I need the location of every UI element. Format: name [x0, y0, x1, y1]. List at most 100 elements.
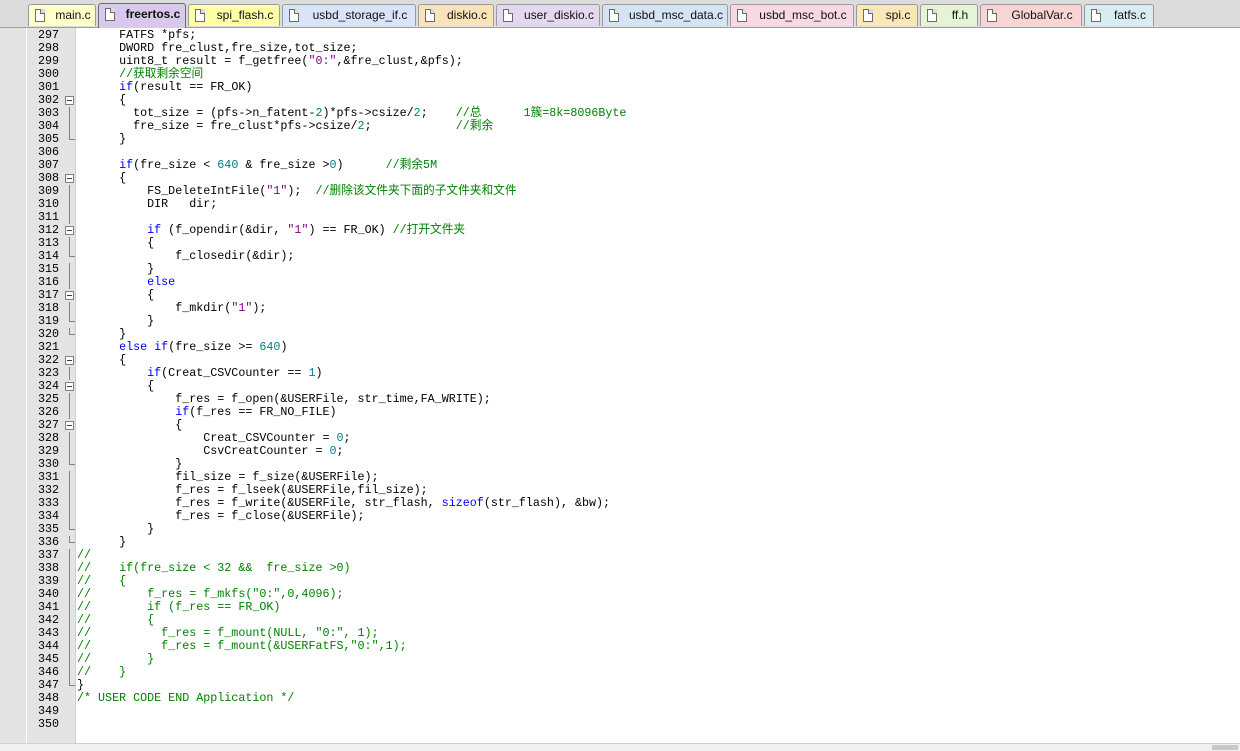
code-line[interactable]: 329 CsvCreatCounter = 0; [0, 445, 1240, 458]
code-line[interactable]: 307 if(fre_size < 640 & fre_size >0) //剩… [0, 159, 1240, 172]
code-token: CsvCreatCounter = [77, 444, 330, 458]
fold-toggle-icon[interactable] [65, 174, 74, 183]
file-icon [105, 8, 115, 21]
code-line[interactable]: 305 } [0, 133, 1240, 146]
code-line[interactable]: 341// if (f_res == FR_OK) [0, 601, 1240, 614]
fold-toggle-icon[interactable] [65, 226, 74, 235]
code-token: DWORD fre_clust,fre_size,tot_size; [77, 41, 358, 55]
fold-guide [69, 471, 70, 484]
code-line[interactable]: 315 } [0, 263, 1240, 276]
code-token: "1" [266, 184, 288, 198]
tab-globalvar-c[interactable]: GlobalVar.c [980, 4, 1082, 26]
code-line[interactable]: 345// } [0, 653, 1240, 666]
code-line[interactable]: 316 else [0, 276, 1240, 289]
fold-toggle-icon[interactable] [65, 356, 74, 365]
code-token: /* USER CODE END Application */ [77, 691, 295, 705]
fold-guide [69, 107, 70, 120]
code-line[interactable]: 336 } [0, 536, 1240, 549]
fold-toggle-icon[interactable] [65, 421, 74, 430]
tab-fatfs-c[interactable]: fatfs.c [1084, 4, 1154, 26]
horizontal-scrollbar[interactable] [0, 743, 1240, 751]
code-token: ) [315, 366, 323, 380]
tab-user-diskio-c[interactable]: user_diskio.c [496, 4, 600, 26]
code-line[interactable]: 319 } [0, 315, 1240, 328]
tab-spi-c[interactable]: spi.c [856, 4, 918, 26]
code-token: f_closedir(&dir); [77, 249, 295, 263]
code-token: (f_res == FR_NO_FILE) [189, 405, 337, 419]
fold-guide [69, 614, 70, 627]
code-line[interactable]: 334 f_res = f_close(&USERFile); [0, 510, 1240, 523]
code-token: } [77, 262, 155, 276]
code-line[interactable]: 318 f_mkdir("1"); [0, 302, 1240, 315]
code-token: f_res = f_open(&USERFile, str_time,FA_WR… [77, 392, 491, 406]
code-line[interactable]: 323 if(Creat_CSVCounter == 1) [0, 367, 1240, 380]
code-line[interactable]: 314 f_closedir(&dir); [0, 250, 1240, 263]
code-token: ) == FR_OK) [308, 223, 393, 237]
code-token: // } [77, 652, 155, 666]
tab-ff-h[interactable]: ff.h [920, 4, 978, 26]
file-icon [863, 9, 873, 22]
fold-guide [69, 627, 70, 640]
code-editor[interactable]: 297 FATFS *pfs; 298 DWORD fre_clust,fre_s… [0, 28, 1240, 751]
code-token: if [119, 158, 134, 172]
fold-guide [69, 133, 75, 140]
code-token: FATFS *pfs; [77, 28, 197, 42]
code-line[interactable]: 349 [0, 705, 1240, 718]
file-icon [927, 9, 937, 22]
tab-usbd-msc-bot-c[interactable]: usbd_msc_bot.c [730, 4, 854, 26]
code-token: f_mkdir( [77, 301, 232, 315]
tab-spi-flash-c[interactable]: spi_flash.c [188, 4, 280, 26]
code-line[interactable]: 335 } [0, 523, 1240, 536]
code-token: ; [343, 431, 351, 445]
code-token: //打开文件夹 [392, 223, 466, 237]
code-token: if [147, 223, 162, 237]
tab-diskio-c[interactable]: diskio.c [418, 4, 494, 26]
tab-freertos-c[interactable]: freertos.c [98, 3, 186, 28]
code-line[interactable]: 348/* USER CODE END Application */ [0, 692, 1240, 705]
code-text: if(fre_size < 640 & fre_size >0) //剩余5M [77, 159, 437, 172]
code-line[interactable]: 344// f_res = f_mount(&USERFatFS,"0:",1)… [0, 640, 1240, 653]
code-line[interactable]: 312 if (f_opendir(&dir, "1") == FR_OK) /… [0, 224, 1240, 237]
code-line[interactable]: 304 fre_size = fre_clust*pfs->csize/2; /… [0, 120, 1240, 133]
code-token: // [77, 548, 92, 562]
code-token: (f_opendir(&dir, [161, 223, 288, 237]
code-token: "0:" [308, 54, 337, 68]
code-line[interactable]: 338// if(fre_size < 32 && fre_size >0) [0, 562, 1240, 575]
scrollbar-thumb[interactable] [1212, 745, 1238, 750]
code-token: "1" [231, 301, 253, 315]
tab-label: diskio.c [446, 8, 487, 22]
fold-guide [69, 601, 70, 614]
tab-label: usbd_storage_if.c [312, 8, 408, 22]
tab-label: ff.h [951, 8, 969, 22]
code-line[interactable]: 301 if(result == FR_OK) [0, 81, 1240, 94]
fold-guide [69, 640, 70, 653]
code-text: DIR dir; [77, 198, 217, 211]
code-line[interactable]: 350 [0, 718, 1240, 731]
fold-toggle-icon[interactable] [65, 382, 74, 391]
code-text: fre_size = fre_clust*pfs->csize/2; //剩余 [77, 120, 493, 133]
code-line[interactable]: 321 else if(fre_size >= 640) [0, 341, 1240, 354]
fold-guide [69, 211, 70, 224]
code-token: (Creat_CSVCounter == [161, 366, 309, 380]
code-token: { [77, 418, 183, 432]
code-line[interactable]: 310 DIR dir; [0, 198, 1240, 211]
tab-label: spi_flash.c [216, 8, 274, 22]
fold-toggle-icon[interactable] [65, 291, 74, 300]
code-token: "1" [287, 223, 309, 237]
code-token: 0 [336, 431, 344, 445]
code-line[interactable]: 326 if(f_res == FR_NO_FILE) [0, 406, 1240, 419]
tab-main-c[interactable]: main.c [28, 4, 96, 26]
code-token: // f_res = f_mount(&USERFatFS,"0:",1); [77, 639, 407, 653]
code-line[interactable]: 346// } [0, 666, 1240, 679]
tab-usbd-msc-data-c[interactable]: usbd_msc_data.c [602, 4, 728, 26]
fold-guide [69, 302, 70, 315]
tab-usbd-storage-if-c[interactable]: usbd_storage_if.c [282, 4, 416, 26]
code-token: } [77, 132, 127, 146]
fold-guide [69, 536, 75, 543]
fold-toggle-icon[interactable] [65, 96, 74, 105]
code-token: f_res = f_write(&USERFile, str_flash, [77, 496, 442, 510]
